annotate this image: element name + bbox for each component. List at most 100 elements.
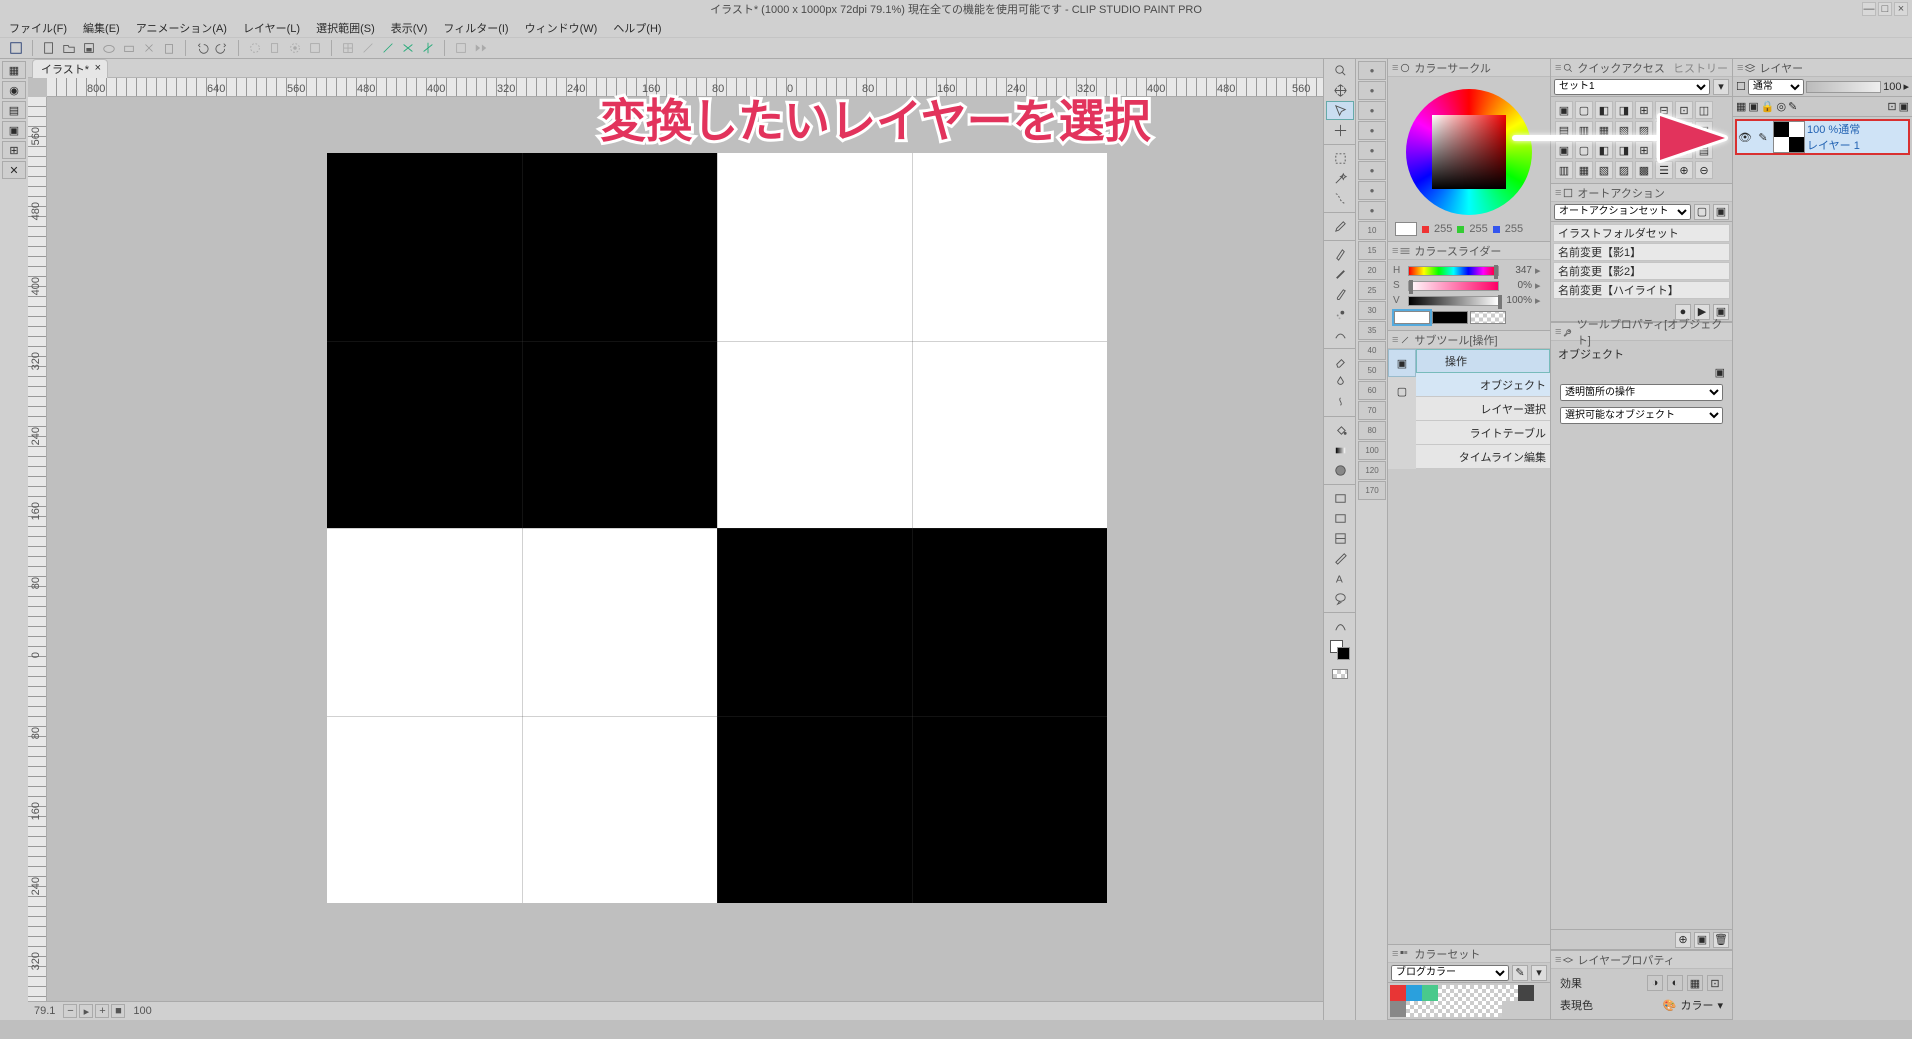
color-swatch[interactable]	[1390, 1001, 1406, 1017]
s-slider[interactable]	[1408, 281, 1499, 291]
info-button[interactable]: ▣	[2, 121, 26, 139]
subtool-group-2[interactable]: ▢	[1388, 377, 1416, 405]
layer-panel-header[interactable]: ≡ レイヤー	[1733, 59, 1912, 77]
selectable-obj-select[interactable]: 選択可能なオブジェクト	[1560, 407, 1723, 424]
color-swatch[interactable]	[1502, 985, 1518, 1001]
color-swatch[interactable]	[1406, 985, 1422, 1001]
menu-window[interactable]: ウィンドウ(W)	[522, 19, 601, 37]
liquify-tool[interactable]	[1326, 393, 1354, 412]
zoom-fit-button[interactable]: ■	[111, 1004, 125, 1018]
menu-animation[interactable]: アニメーション(A)	[133, 19, 230, 37]
blend-tool[interactable]	[1326, 373, 1354, 392]
toolprop-opt-icon[interactable]: ▣	[1715, 367, 1725, 379]
lock-pos-icon[interactable]: ▣	[1748, 100, 1758, 113]
effect-btn[interactable]: ▦	[1687, 975, 1703, 991]
open-button[interactable]	[59, 39, 79, 57]
brush-50[interactable]: 50	[1358, 361, 1386, 380]
autoaction-select[interactable]: オートアクションセット	[1554, 204, 1691, 220]
color-circle-header[interactable]: ≡ カラーサークル	[1388, 59, 1550, 77]
toolprop-save-icon[interactable]: ▣	[1694, 932, 1710, 948]
brush-6[interactable]: ●	[1358, 161, 1386, 180]
select-pen-tool[interactable]	[1326, 189, 1354, 208]
brush-70[interactable]: 70	[1358, 401, 1386, 420]
visibility-icon[interactable]: 👁	[1737, 129, 1753, 145]
draft-icon[interactable]: ✎	[1788, 100, 1797, 113]
navigator-button[interactable]: ◉	[2, 81, 26, 99]
color-swatch[interactable]	[1422, 985, 1438, 1001]
clear-outside-button[interactable]	[265, 39, 285, 57]
transparent-swatch[interactable]	[1470, 311, 1506, 324]
v-slider[interactable]	[1408, 296, 1499, 306]
brush-10[interactable]: 10	[1358, 221, 1386, 240]
brush-35[interactable]: 35	[1358, 321, 1386, 340]
minimize-button[interactable]: —	[1862, 2, 1876, 16]
subtool-timeline[interactable]: タイムライン編集	[1416, 445, 1550, 469]
subtool-header[interactable]: ≡ サブツール[操作]	[1388, 331, 1550, 349]
brush-tool[interactable]	[1326, 285, 1354, 304]
brush-4[interactable]: ●	[1358, 121, 1386, 140]
cloud-button[interactable]	[99, 39, 119, 57]
brush-30[interactable]: 30	[1358, 301, 1386, 320]
effect-btn[interactable]: ◐	[1667, 975, 1683, 991]
ruler-tool[interactable]	[1326, 549, 1354, 568]
layer-row-selected[interactable]: 👁 ✎ 100 %通常 レイヤー 1	[1735, 119, 1910, 155]
color-swatch[interactable]	[1454, 985, 1470, 1001]
gradient-tool[interactable]	[1326, 441, 1354, 460]
brush-8[interactable]: ●	[1358, 201, 1386, 220]
mask-icon[interactable]: ▣	[1899, 100, 1909, 113]
redo-button[interactable]	[212, 39, 232, 57]
clip-icon[interactable]: ⊡	[1887, 100, 1896, 113]
fg-swatch[interactable]	[1394, 311, 1430, 324]
shape-ellipse-tool[interactable]	[1326, 509, 1354, 528]
subtool-object[interactable]: オブジェクト	[1416, 373, 1550, 397]
delete-button[interactable]	[159, 39, 179, 57]
toolprop-header[interactable]: ≡ ツールプロパティ[オブジェクト]	[1551, 323, 1732, 341]
brush-7[interactable]: ●	[1358, 181, 1386, 200]
layer-check-icon[interactable]: ☐	[1736, 80, 1746, 93]
canvas-viewport[interactable]	[47, 97, 1323, 1001]
menu-edit[interactable]: 編集(E)	[80, 19, 123, 37]
assist-download-button[interactable]	[451, 39, 471, 57]
subtool-group-icon[interactable]: ▣	[1388, 349, 1416, 377]
brush-40[interactable]: 40	[1358, 341, 1386, 360]
search-mat-button[interactable]: ⊞	[2, 141, 26, 159]
colors-indicator[interactable]	[1326, 637, 1354, 663]
scale-button[interactable]	[305, 39, 325, 57]
brush-1[interactable]: ●	[1358, 61, 1386, 80]
colorset-header[interactable]: ≡ カラーセット	[1388, 945, 1550, 963]
color-swatch[interactable]	[1406, 1001, 1422, 1017]
brush-25[interactable]: 25	[1358, 281, 1386, 300]
text-tool[interactable]: A	[1326, 569, 1354, 588]
history-tab[interactable]: ヒストリー	[1673, 60, 1728, 76]
cut-button[interactable]	[139, 39, 159, 57]
qa-menu-icon[interactable]: ▾	[1713, 79, 1729, 95]
bg-swatch[interactable]	[1432, 311, 1468, 324]
tab-close-icon[interactable]: ×	[95, 62, 101, 74]
autoaction-item[interactable]: 名前変更【影1】	[1553, 243, 1730, 261]
brush-20[interactable]: 20	[1358, 261, 1386, 280]
clipstudio-launcher[interactable]	[6, 39, 26, 57]
pen-tool[interactable]	[1326, 245, 1354, 264]
fill-button[interactable]	[285, 39, 305, 57]
h-slider[interactable]	[1408, 266, 1499, 276]
menu-help[interactable]: ヘルプ(H)	[610, 19, 664, 37]
autoaction-header[interactable]: ≡ オートアクション	[1551, 184, 1732, 202]
transparent-op-select[interactable]: 透明箇所の操作	[1560, 384, 1723, 401]
menu-layer[interactable]: レイヤー(L)	[240, 19, 303, 37]
autoaction-menu-icon[interactable]: ▣	[1713, 204, 1729, 220]
autoaction-item[interactable]: イラストフォルダセット	[1553, 224, 1730, 242]
color-swatch[interactable]	[1390, 985, 1406, 1001]
brush-3[interactable]: ●	[1358, 101, 1386, 120]
colorset-select[interactable]: ブログカラー	[1391, 965, 1509, 981]
maximize-button[interactable]: □	[1878, 2, 1892, 16]
fill-tool[interactable]	[1326, 421, 1354, 440]
operation-tool[interactable]	[1326, 101, 1354, 120]
color-swatch[interactable]	[1486, 985, 1502, 1001]
autoaction-item[interactable]: 名前変更【影2】	[1553, 262, 1730, 280]
marquee-tool[interactable]	[1326, 149, 1354, 168]
subview-button[interactable]: ▦	[2, 61, 26, 79]
color-square[interactable]	[1432, 115, 1506, 189]
zoom-out-button[interactable]: −	[63, 1004, 77, 1018]
color-swatch[interactable]	[1454, 1001, 1470, 1017]
lock-alpha-icon[interactable]: ▦	[1736, 100, 1746, 113]
